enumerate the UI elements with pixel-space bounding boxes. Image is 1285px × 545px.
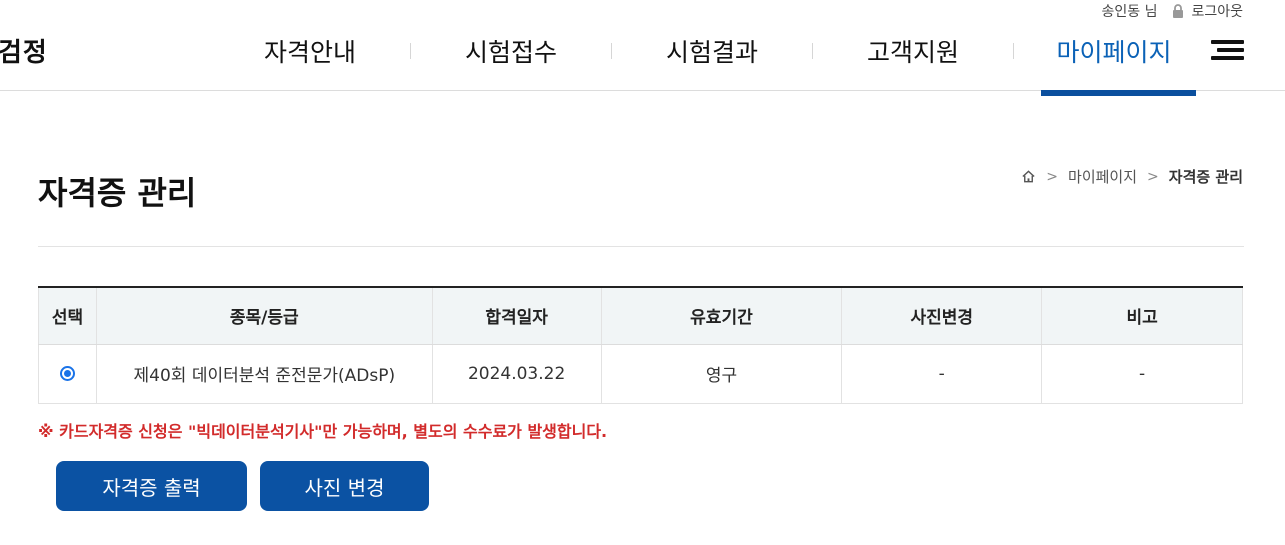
breadcrumb-item-current: 자격증 관리 xyxy=(1168,168,1243,186)
certificate-table: 선택 종목/등급 합격일자 유효기간 사진변경 비고 제40회 데이터분석 준전… xyxy=(38,286,1243,404)
column-header-subject: 종목/등급 xyxy=(95,286,433,345)
table-row: 제40회 데이터분석 준전문가(ADsP) 2024.03.22 영구 - - xyxy=(38,344,1243,404)
column-header-note: 비고 xyxy=(1041,286,1243,345)
note-cell: - xyxy=(1041,344,1243,404)
site-logo[interactable]: 검정 xyxy=(0,32,48,69)
select-cell xyxy=(38,344,97,404)
nav-item-qualification-info[interactable]: 자격안내 xyxy=(210,33,410,69)
column-header-select: 선택 xyxy=(38,286,97,345)
logout-label: 로그아웃 xyxy=(1191,4,1243,20)
column-header-validity: 유효기간 xyxy=(600,286,842,345)
chevron-right-icon: > xyxy=(1046,168,1059,185)
main-navigation: 자격안내 시험접수 시험결과 고객지원 마이페이지 xyxy=(210,30,1214,72)
breadcrumb: > 마이페이지 > 자격증 관리 xyxy=(1021,166,1243,187)
home-icon[interactable] xyxy=(1021,169,1036,184)
print-certificate-button[interactable]: 자격증 출력 xyxy=(56,461,247,511)
user-name: 송인동 님 xyxy=(1101,4,1158,20)
photo-change-cell: - xyxy=(841,344,1042,404)
nav-item-exam-registration[interactable]: 시험접수 xyxy=(411,33,611,69)
select-radio[interactable] xyxy=(59,366,75,381)
page-title: 자격증 관리 xyxy=(38,174,197,212)
hamburger-menu-icon[interactable] xyxy=(1211,40,1244,60)
title-divider xyxy=(38,246,1244,247)
active-nav-indicator xyxy=(1041,90,1196,96)
nav-item-mypage[interactable]: 마이페이지 xyxy=(1014,33,1214,69)
column-header-pass-date: 합격일자 xyxy=(431,286,602,345)
nav-item-customer-support[interactable]: 고객지원 xyxy=(813,33,1013,69)
pass-date-cell: 2024.03.22 xyxy=(431,344,602,404)
subject-cell: 제40회 데이터분석 준전문가(ADsP) xyxy=(95,344,433,404)
table-header-row: 선택 종목/등급 합격일자 유효기간 사진변경 비고 xyxy=(38,286,1243,345)
chevron-right-icon: > xyxy=(1147,168,1159,185)
lock-icon xyxy=(1173,4,1184,18)
change-photo-button[interactable]: 사진 변경 xyxy=(260,461,429,511)
column-header-photo-change: 사진변경 xyxy=(841,286,1042,345)
breadcrumb-item-mypage[interactable]: 마이페이지 xyxy=(1068,166,1137,187)
logout-link[interactable]: 로그아웃 xyxy=(1171,1,1243,21)
validity-cell: 영구 xyxy=(600,344,842,404)
top-utility-bar: 송인동 님 로그아웃 xyxy=(1101,0,1243,22)
nav-item-exam-results[interactable]: 시험결과 xyxy=(612,33,812,69)
card-notice: ※ 카드자격증 신청은 "빅데이터분석기사"만 가능하며, 별도의 수수료가 발… xyxy=(38,422,608,441)
